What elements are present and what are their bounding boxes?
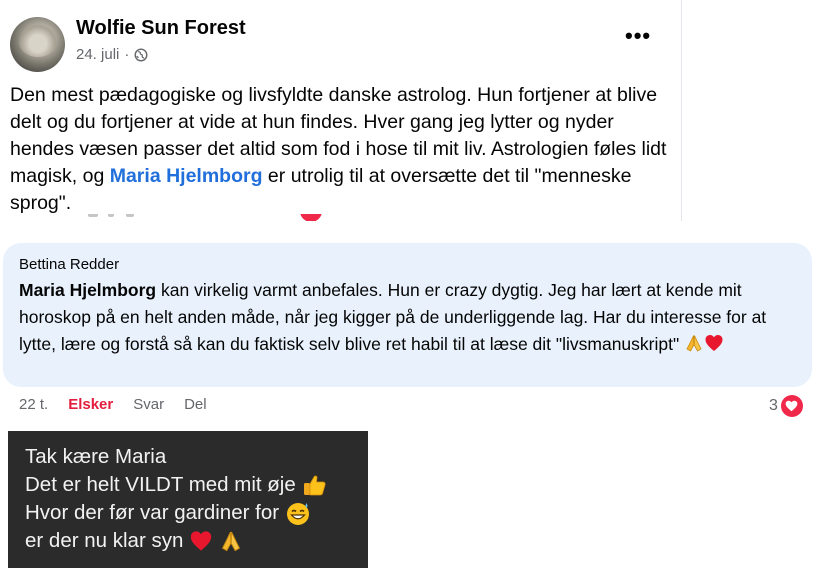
globe-icon (134, 48, 148, 61)
grinning-sweat-emoji (287, 503, 310, 525)
cropped-text-fragment (108, 214, 114, 217)
message-line-text: Det er helt VILDT med mit øje (25, 473, 296, 496)
meta-separator: · (124, 46, 130, 63)
reply-button[interactable]: Svar (133, 396, 164, 413)
more-options-icon[interactable]: ••• (625, 25, 651, 47)
message-line: Hvor der før var gardiner for (25, 499, 328, 527)
love-button[interactable]: Elsker (68, 396, 113, 413)
post-meta: 24. juli · (76, 46, 148, 63)
post-card: Wolfie Sun Forest 24. juli · ••• Den mes… (0, 0, 682, 221)
reaction-summary[interactable]: 3 (769, 395, 803, 417)
thumbs-up-emoji (303, 475, 326, 496)
cropped-reaction-icon (300, 214, 322, 221)
share-button[interactable]: Del (184, 396, 207, 413)
message-line-text: Tak kære Maria (25, 445, 167, 468)
post-date[interactable]: 24. juli (76, 46, 119, 63)
comment-bubble: Bettina Redder Maria Hjelmborg kan virke… (3, 243, 812, 387)
comment-mention-link[interactable]: Maria Hjelmborg (19, 280, 156, 300)
comment-author-name[interactable]: Bettina Redder (19, 256, 119, 273)
cropped-text-fragment (126, 214, 134, 217)
cropped-action-row (0, 214, 681, 221)
reaction-count: 3 (769, 397, 778, 414)
comment-timestamp[interactable]: 22 t. (19, 396, 48, 413)
heart-reaction-icon (780, 395, 803, 417)
message-screenshot: Tak kære Maria Det er helt VILDT med mit… (8, 431, 368, 568)
red-heart-emoji (705, 335, 723, 351)
folded-hands-emoji (686, 335, 702, 352)
message-line-text: Hvor der før var gardiner for (25, 501, 280, 524)
post-author-name[interactable]: Wolfie Sun Forest (76, 17, 246, 40)
post-body: Den mest pædagogiske og livsfyldte dansk… (10, 82, 670, 217)
post-mention-link[interactable]: Maria Hjelmborg (110, 165, 263, 187)
message-line-text: er der nu klar syn (25, 529, 184, 552)
message-line: Tak kære Maria (25, 443, 328, 471)
red-heart-emoji (191, 531, 212, 551)
comment-body: Maria Hjelmborg kan virkelig varmt anbef… (19, 277, 804, 358)
message-line: er der nu klar syn (25, 527, 328, 555)
cropped-text-fragment (88, 214, 98, 217)
author-avatar[interactable] (10, 17, 65, 72)
comment-actions: 22 t. Elsker Svar Del (19, 396, 207, 413)
message-lines: Tak kære Maria Det er helt VILDT med mit… (25, 443, 328, 555)
folded-hands-emoji (222, 531, 241, 552)
message-line: Det er helt VILDT med mit øje (25, 471, 328, 499)
